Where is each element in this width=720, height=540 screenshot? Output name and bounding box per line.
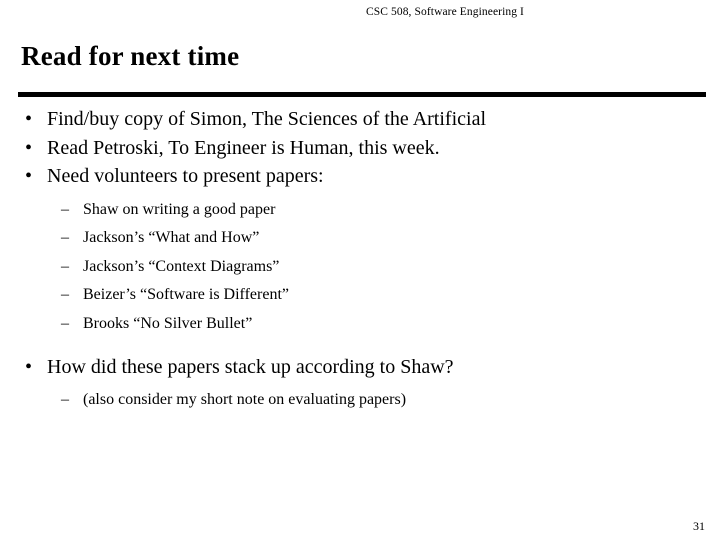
slide-body: • Find/buy copy of Simon, The Sciences o… [0,105,720,414]
dash-marker-icon: – [61,286,69,303]
dash-marker-icon: – [61,314,69,332]
page-number: 31 [693,519,705,533]
list-item-label: How did these papers stack up according … [47,356,454,378]
list-item: – Brooks “No Silver Bullet” [0,310,720,339]
page-title: Read for next time [21,41,240,71]
list-item: • Find/buy copy of Simon, The Sciences o… [0,105,720,134]
list-item: – Beizer’s “Software is Different” [0,281,720,310]
list-item: – Jackson’s “What and How” [0,224,720,253]
dash-marker-icon: – [61,200,69,218]
list-item-label: (also consider my short note on evaluati… [83,390,407,408]
bullet-marker-icon: • [25,108,33,130]
list-item: – (also consider my short note on evalua… [0,386,720,415]
course-header-text: CSC 508, Software Engineering I [365,6,524,18]
list-item: • Need volunteers to present papers: [0,162,720,191]
slide: CSC 508, Software Engineering I Read for… [0,0,720,540]
list-item-label: Beizer’s “Software is Different” [83,286,289,303]
title-divider-rule [18,92,706,97]
list-item-label: Read Petroski, To Engineer is Human, thi… [47,136,440,159]
sub-list-papers: – Shaw on writing a good paper – Jackson… [0,196,720,339]
list-item: – Jackson’s “Context Diagrams” [0,253,720,282]
dash-marker-icon: – [61,257,69,275]
bullet-marker-icon: • [25,136,33,159]
list-item: • Read Petroski, To Engineer is Human, t… [0,134,720,163]
dash-marker-icon: – [61,390,69,408]
list-item-label: Find/buy copy of Simon, The Sciences of … [47,108,487,130]
bullet-marker-icon: • [25,165,33,187]
dash-marker-icon: – [61,229,69,246]
list-item-label: Shaw on writing a good paper [83,200,276,218]
slide-header: CSC 508, Software Engineering I [0,5,720,19]
list-item-label: Brooks “No Silver Bullet” [83,314,253,332]
bullet-marker-icon: • [25,356,33,378]
list-item: – Shaw on writing a good paper [0,196,720,225]
list-item-label: Jackson’s “Context Diagrams” [83,257,280,275]
list-item-label: Jackson’s “What and How” [83,229,260,246]
list-item-label: Need volunteers to present papers: [47,165,324,187]
list-item: • How did these papers stack up accordin… [0,353,720,382]
